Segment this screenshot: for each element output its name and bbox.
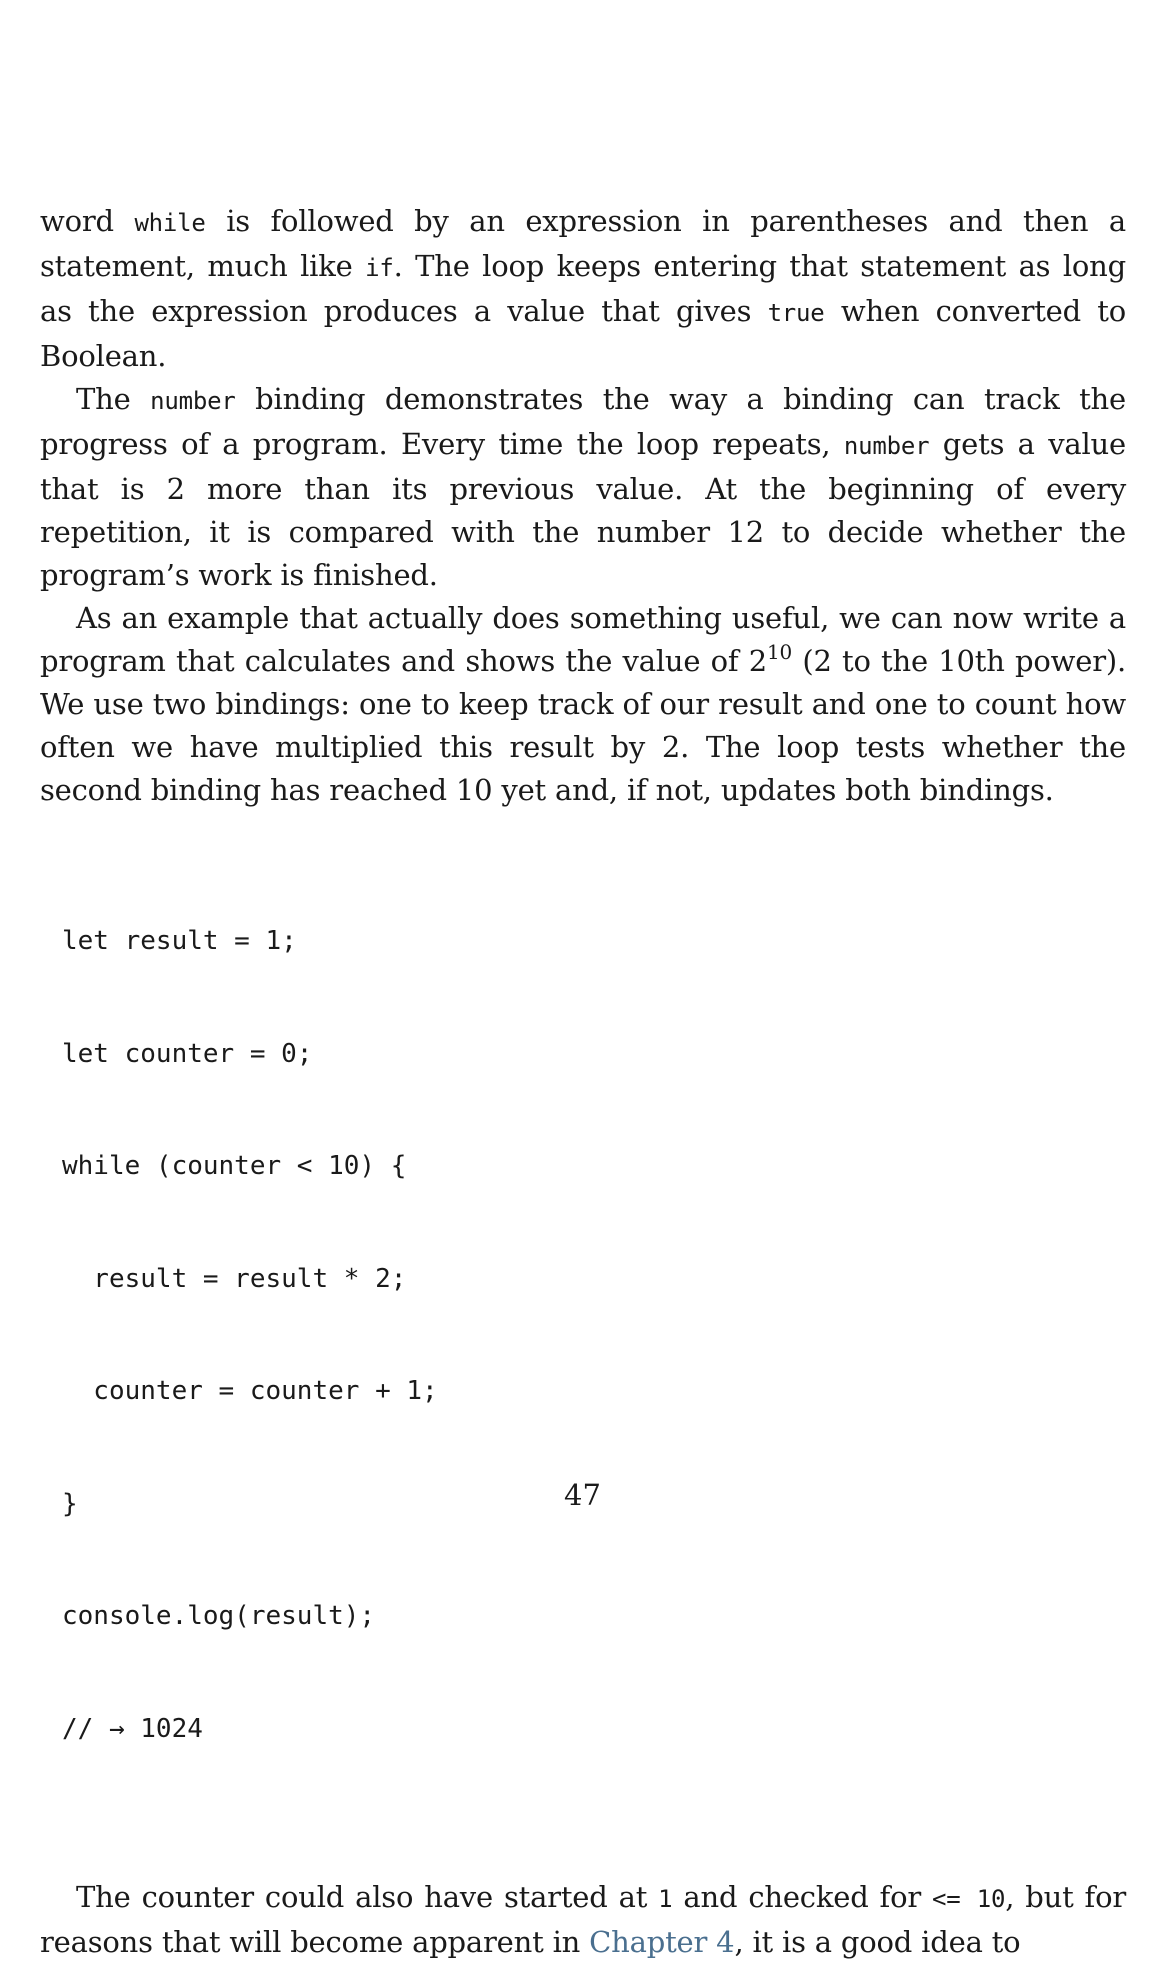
inline-code: <= 10 bbox=[932, 1885, 1006, 1913]
superscript: 10 bbox=[767, 640, 793, 664]
paragraph-while-description: word while is followed by an expression … bbox=[40, 200, 1126, 378]
text-run: and checked for bbox=[672, 1880, 933, 1914]
page-number: 47 bbox=[564, 1478, 601, 1512]
page-content: word while is followed by an expression … bbox=[40, 200, 1126, 1964]
paragraph-power-example: As an example that actually does somethi… bbox=[40, 597, 1126, 812]
text-run: , it is a good idea to bbox=[734, 1925, 1021, 1959]
code-line: let counter = 0; bbox=[62, 1038, 313, 1069]
code-line: result = result * 2; bbox=[62, 1263, 407, 1294]
code-line: // → 1024 bbox=[62, 1713, 203, 1744]
inline-code: while bbox=[134, 209, 206, 237]
text-run: The bbox=[76, 382, 151, 416]
inline-code: number bbox=[843, 432, 930, 460]
code-line: counter = counter + 1; bbox=[62, 1376, 438, 1406]
code-line: while (counter < 10) { bbox=[62, 1151, 407, 1181]
inline-code: 1 bbox=[658, 1885, 673, 1913]
inline-code: number bbox=[150, 387, 236, 415]
text-run: word bbox=[40, 204, 135, 238]
inline-code: if bbox=[365, 254, 394, 282]
chapter-link[interactable]: Chapter 4 bbox=[589, 1925, 734, 1959]
paragraph-number-binding: The number binding demonstrates the way … bbox=[40, 378, 1126, 597]
code-line: let result = 1; bbox=[62, 926, 297, 956]
inline-code: true bbox=[767, 299, 825, 327]
text-run: The counter could also have started at bbox=[76, 1880, 659, 1914]
code-line: console.log(result); bbox=[62, 1601, 376, 1631]
code-block: let result = 1; let counter = 0; while (… bbox=[62, 848, 1126, 1823]
paragraph-counter-note: The counter could also have started at 1… bbox=[40, 1876, 1126, 1964]
